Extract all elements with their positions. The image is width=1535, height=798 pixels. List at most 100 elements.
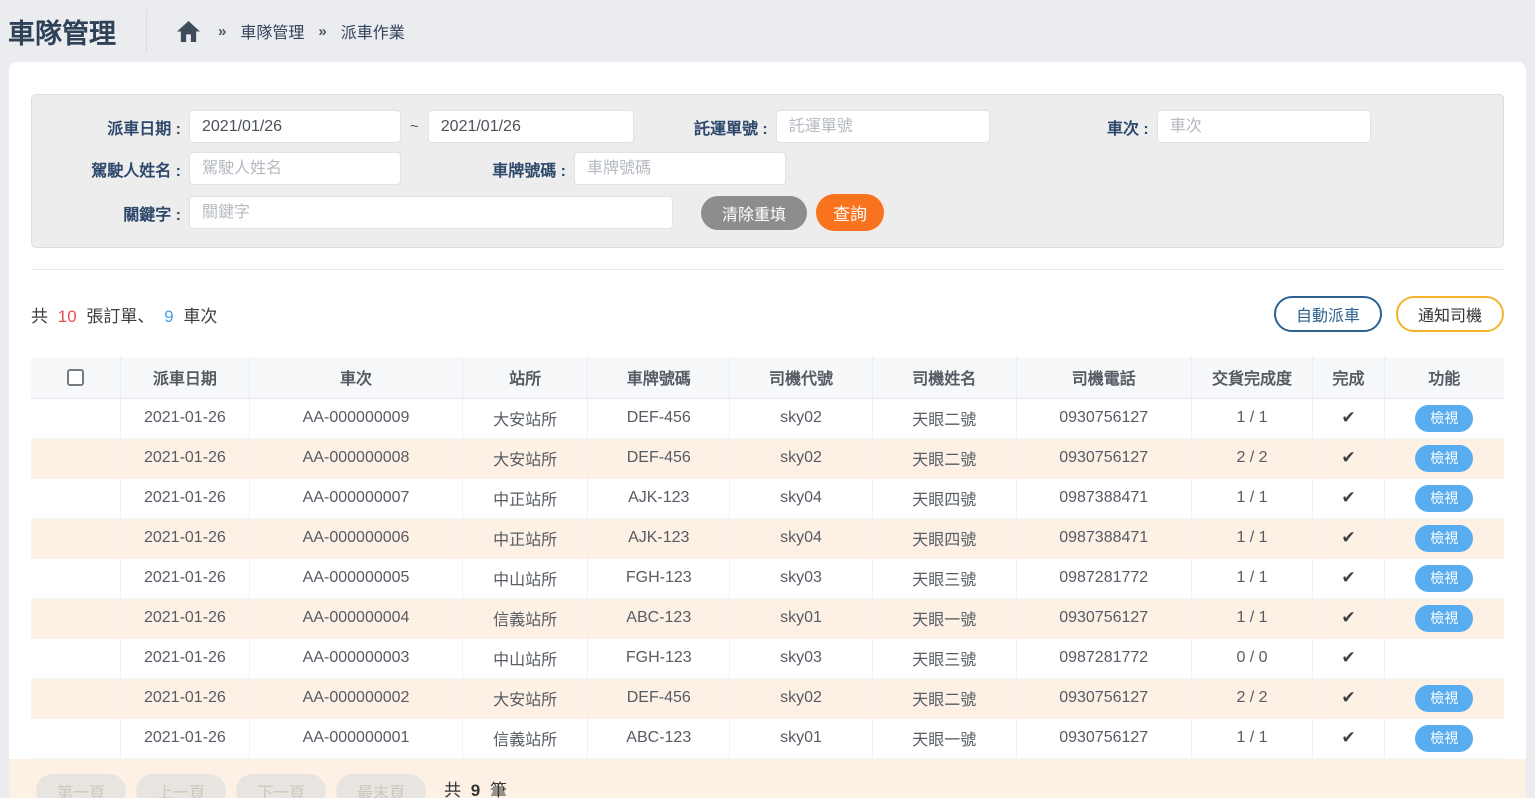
keyword-input[interactable] — [189, 196, 673, 229]
trip-no-input[interactable] — [1157, 110, 1371, 143]
driver-name-input[interactable] — [189, 152, 401, 185]
cell-station: 中山站所 — [463, 638, 588, 678]
cell-action — [1384, 638, 1504, 678]
select-all-checkbox[interactable] — [67, 369, 84, 386]
cell-completion: 1 / 1 — [1191, 398, 1313, 438]
header-driver-code: 司機代號 — [730, 357, 872, 398]
cell-station: 大安站所 — [463, 678, 588, 718]
total-count: 9 — [471, 781, 480, 798]
view-button[interactable]: 檢視 — [1415, 685, 1473, 712]
order-unit: 張訂單、 — [86, 307, 154, 326]
content-card: 派車日期 : ~ 託運單號 : 車次 : 駕駛人姓名 : 車牌號碼 : 關鍵字 … — [9, 62, 1526, 798]
filter-row-3: 關鍵字 : 清除重填 查詢 — [32, 194, 1503, 231]
cell-driver-phone: 0930756127 — [1016, 438, 1191, 478]
prev-page-button[interactable]: 上一頁 — [136, 774, 226, 798]
cell-plate-no: FGH-123 — [588, 558, 730, 598]
trip-no-label: 車次 : — [990, 115, 1157, 139]
cell-action: 檢視 — [1384, 558, 1504, 598]
cell-driver-name: 天眼三號 — [872, 558, 1016, 598]
next-page-button[interactable]: 下一頁 — [236, 774, 326, 798]
search-button[interactable]: 查詢 — [816, 194, 884, 231]
pagination-bar: 第一頁 上一頁 下一頁 最末頁 共 9 筆 — [9, 759, 1526, 798]
cell-action: 檢視 — [1384, 598, 1504, 638]
cell-completion: 1 / 1 — [1191, 478, 1313, 518]
reset-button[interactable]: 清除重填 — [701, 196, 807, 230]
section-divider — [31, 269, 1504, 270]
cell-select — [31, 718, 120, 758]
cell-action: 檢視 — [1384, 518, 1504, 558]
cell-dispatch-date: 2021-01-26 — [120, 638, 249, 678]
cell-trip-no: AA-000000007 — [249, 478, 462, 518]
cell-select — [31, 438, 120, 478]
cell-done: ✔ — [1313, 438, 1384, 478]
cell-completion: 2 / 2 — [1191, 678, 1313, 718]
trip-unit: 車次 — [183, 307, 217, 326]
done-check-icon: ✔ — [1341, 728, 1355, 747]
table-row: 2021-01-26AA-000000003中山站所FGH-123sky03天眼… — [31, 638, 1504, 678]
view-button[interactable]: 檢視 — [1415, 405, 1473, 432]
header-done: 完成 — [1313, 357, 1384, 398]
notify-driver-button[interactable]: 通知司機 — [1396, 296, 1504, 332]
view-button[interactable]: 檢視 — [1415, 485, 1473, 512]
topbar-divider — [146, 10, 147, 52]
cell-done: ✔ — [1313, 678, 1384, 718]
last-page-button[interactable]: 最末頁 — [336, 774, 426, 798]
cell-trip-no: AA-000000002 — [249, 678, 462, 718]
filter-panel: 派車日期 : ~ 託運單號 : 車次 : 駕駛人姓名 : 車牌號碼 : 關鍵字 … — [31, 94, 1504, 248]
first-page-button[interactable]: 第一頁 — [36, 774, 126, 798]
view-button[interactable]: 檢視 — [1415, 565, 1473, 592]
cell-driver-phone: 0930756127 — [1016, 598, 1191, 638]
done-check-icon: ✔ — [1341, 648, 1355, 667]
cell-driver-phone: 0987281772 — [1016, 558, 1191, 598]
cell-driver-phone: 0987388471 — [1016, 478, 1191, 518]
cell-driver-code: sky04 — [730, 518, 872, 558]
done-check-icon: ✔ — [1341, 528, 1355, 547]
page-title: 車隊管理 — [8, 12, 116, 51]
view-button[interactable]: 檢視 — [1415, 605, 1473, 632]
table-header-row: 派車日期 車次 站所 車牌號碼 司機代號 司機姓名 司機電話 交貨完成度 完成 … — [31, 357, 1504, 398]
cell-trip-no: AA-000000001 — [249, 718, 462, 758]
waybill-no-input[interactable] — [776, 110, 990, 143]
home-icon[interactable] — [177, 21, 200, 42]
cell-select — [31, 518, 120, 558]
cell-select — [31, 558, 120, 598]
cell-driver-code: sky01 — [730, 598, 872, 638]
cell-completion: 1 / 1 — [1191, 518, 1313, 558]
cell-completion: 0 / 0 — [1191, 638, 1313, 678]
cell-station: 中正站所 — [463, 478, 588, 518]
cell-dispatch-date: 2021-01-26 — [120, 678, 249, 718]
done-check-icon: ✔ — [1341, 488, 1355, 507]
header-station: 站所 — [463, 357, 588, 398]
breadcrumb-separator: » — [218, 23, 226, 40]
cell-select — [31, 478, 120, 518]
cell-station: 信義站所 — [463, 718, 588, 758]
table-body: 2021-01-26AA-000000009大安站所DEF-456sky02天眼… — [31, 398, 1504, 758]
plate-no-input[interactable] — [574, 152, 786, 185]
driver-name-label: 駕駛人姓名 : — [32, 157, 189, 181]
view-button[interactable]: 檢視 — [1415, 525, 1473, 552]
dispatch-date-to-input[interactable] — [428, 110, 634, 143]
table-row: 2021-01-26AA-000000009大安站所DEF-456sky02天眼… — [31, 398, 1504, 438]
cell-select — [31, 598, 120, 638]
cell-driver-code: sky02 — [730, 398, 872, 438]
breadcrumb-item-fleet[interactable]: 車隊管理 — [240, 19, 304, 43]
cell-dispatch-date: 2021-01-26 — [120, 558, 249, 598]
cell-driver-code: sky02 — [730, 438, 872, 478]
cell-action: 檢視 — [1384, 398, 1504, 438]
cell-dispatch-date: 2021-01-26 — [120, 478, 249, 518]
cell-driver-name: 天眼四號 — [872, 518, 1016, 558]
cell-driver-phone: 0987281772 — [1016, 638, 1191, 678]
view-button[interactable]: 檢視 — [1415, 725, 1473, 752]
cell-driver-phone: 0930756127 — [1016, 718, 1191, 758]
cell-action: 檢視 — [1384, 478, 1504, 518]
cell-driver-code: sky04 — [730, 478, 872, 518]
auto-dispatch-button[interactable]: 自動派車 — [1274, 296, 1382, 332]
view-button[interactable]: 檢視 — [1415, 445, 1473, 472]
breadcrumb-item-dispatch[interactable]: 派車作業 — [341, 19, 405, 43]
cell-done: ✔ — [1313, 598, 1384, 638]
dispatch-date-from-input[interactable] — [189, 110, 401, 143]
cell-completion: 1 / 1 — [1191, 718, 1313, 758]
total-records: 共 9 筆 — [444, 774, 507, 798]
cell-driver-code: sky01 — [730, 718, 872, 758]
date-range-tilde: ~ — [410, 118, 419, 135]
